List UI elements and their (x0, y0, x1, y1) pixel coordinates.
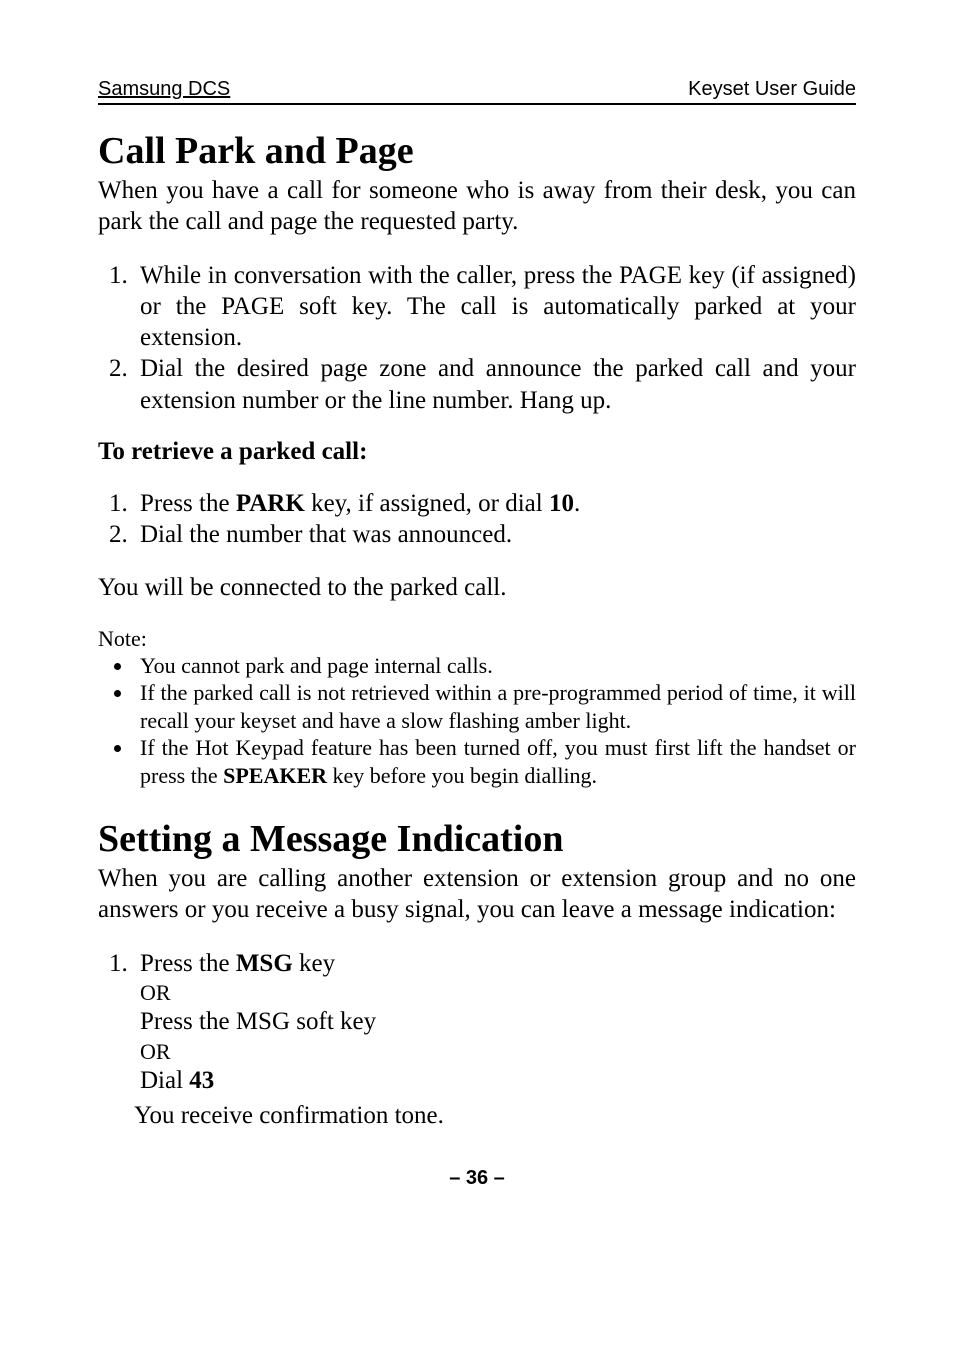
text: Dial the desired page zone and announce … (140, 355, 856, 413)
speaker-key: SPEAKER (223, 763, 327, 788)
page-number: – 36 – (449, 1167, 505, 1189)
text: If the parked call is not retrieved with… (140, 680, 856, 733)
text: key, if assigned, or dial (305, 490, 549, 517)
text: Press the (140, 490, 236, 517)
page-softkey: PAGE (221, 293, 284, 320)
text: key (293, 950, 335, 977)
section1-intro: When you have a call for someone who is … (98, 175, 856, 238)
page-key: PAGE (619, 262, 682, 289)
or-2: OR (140, 1038, 856, 1066)
section1-title: Call Park and Page (98, 129, 856, 173)
text: Press the (140, 950, 236, 977)
page-header: Samsung DCS Keyset User Guide (98, 78, 856, 105)
text: Press the (140, 1008, 236, 1035)
text: Dial the number that was announced. (140, 521, 512, 548)
confirmation-tone: You receive confirmation tone. (134, 1100, 856, 1133)
section1-step-1: While in conversation with the caller, p… (134, 260, 856, 354)
header-right: Keyset User Guide (688, 78, 856, 101)
section2-intro: When you are calling another extension o… (98, 863, 856, 926)
dial-code-10: 10 (549, 490, 574, 517)
section2-title: Setting a Message Indication (98, 817, 856, 861)
retrieve-step-1: Press the PARK key, if assigned, or dial… (134, 488, 856, 519)
dial-code-43: 43 (189, 1067, 214, 1094)
text: Dial (140, 1067, 189, 1094)
retrieve-heading: To retrieve a parked call: (98, 438, 856, 466)
notes-list: You cannot park and page internal calls.… (98, 652, 856, 790)
note-label: Note: (98, 626, 856, 652)
msg-key: MSG (236, 950, 293, 977)
text: While in conversation with the caller, p… (140, 262, 619, 289)
section1-steps: While in conversation with the caller, p… (98, 260, 856, 416)
section2-step-1: Press the MSG key OR Press the MSG soft … (134, 948, 856, 1097)
text: soft key (290, 1008, 376, 1035)
note-3: If the Hot Keypad feature has been turne… (134, 734, 856, 789)
retrieve-steps: Press the PARK key, if assigned, or dial… (98, 488, 856, 551)
text: key before you begin dialling. (327, 763, 597, 788)
park-key: PARK (236, 490, 305, 517)
retrieve-step-2: Dial the number that was announced. (134, 519, 856, 550)
text: You cannot park and page internal calls. (140, 653, 493, 678)
or-1: OR (140, 979, 856, 1007)
page: Samsung DCS Keyset User Guide Call Park … (0, 0, 954, 1352)
note-1: You cannot park and page internal calls. (134, 652, 856, 680)
section2-steps: Press the MSG key OR Press the MSG soft … (98, 948, 856, 1097)
note-2: If the parked call is not retrieved with… (134, 679, 856, 734)
header-left: Samsung DCS (98, 78, 230, 101)
text: . (574, 490, 580, 517)
section1-step-2: Dial the desired page zone and announce … (134, 353, 856, 416)
page-footer: – 36 – (98, 1167, 856, 1190)
msg-softkey: MSG (236, 1008, 290, 1035)
after-retrieve: You will be connected to the parked call… (98, 572, 856, 603)
